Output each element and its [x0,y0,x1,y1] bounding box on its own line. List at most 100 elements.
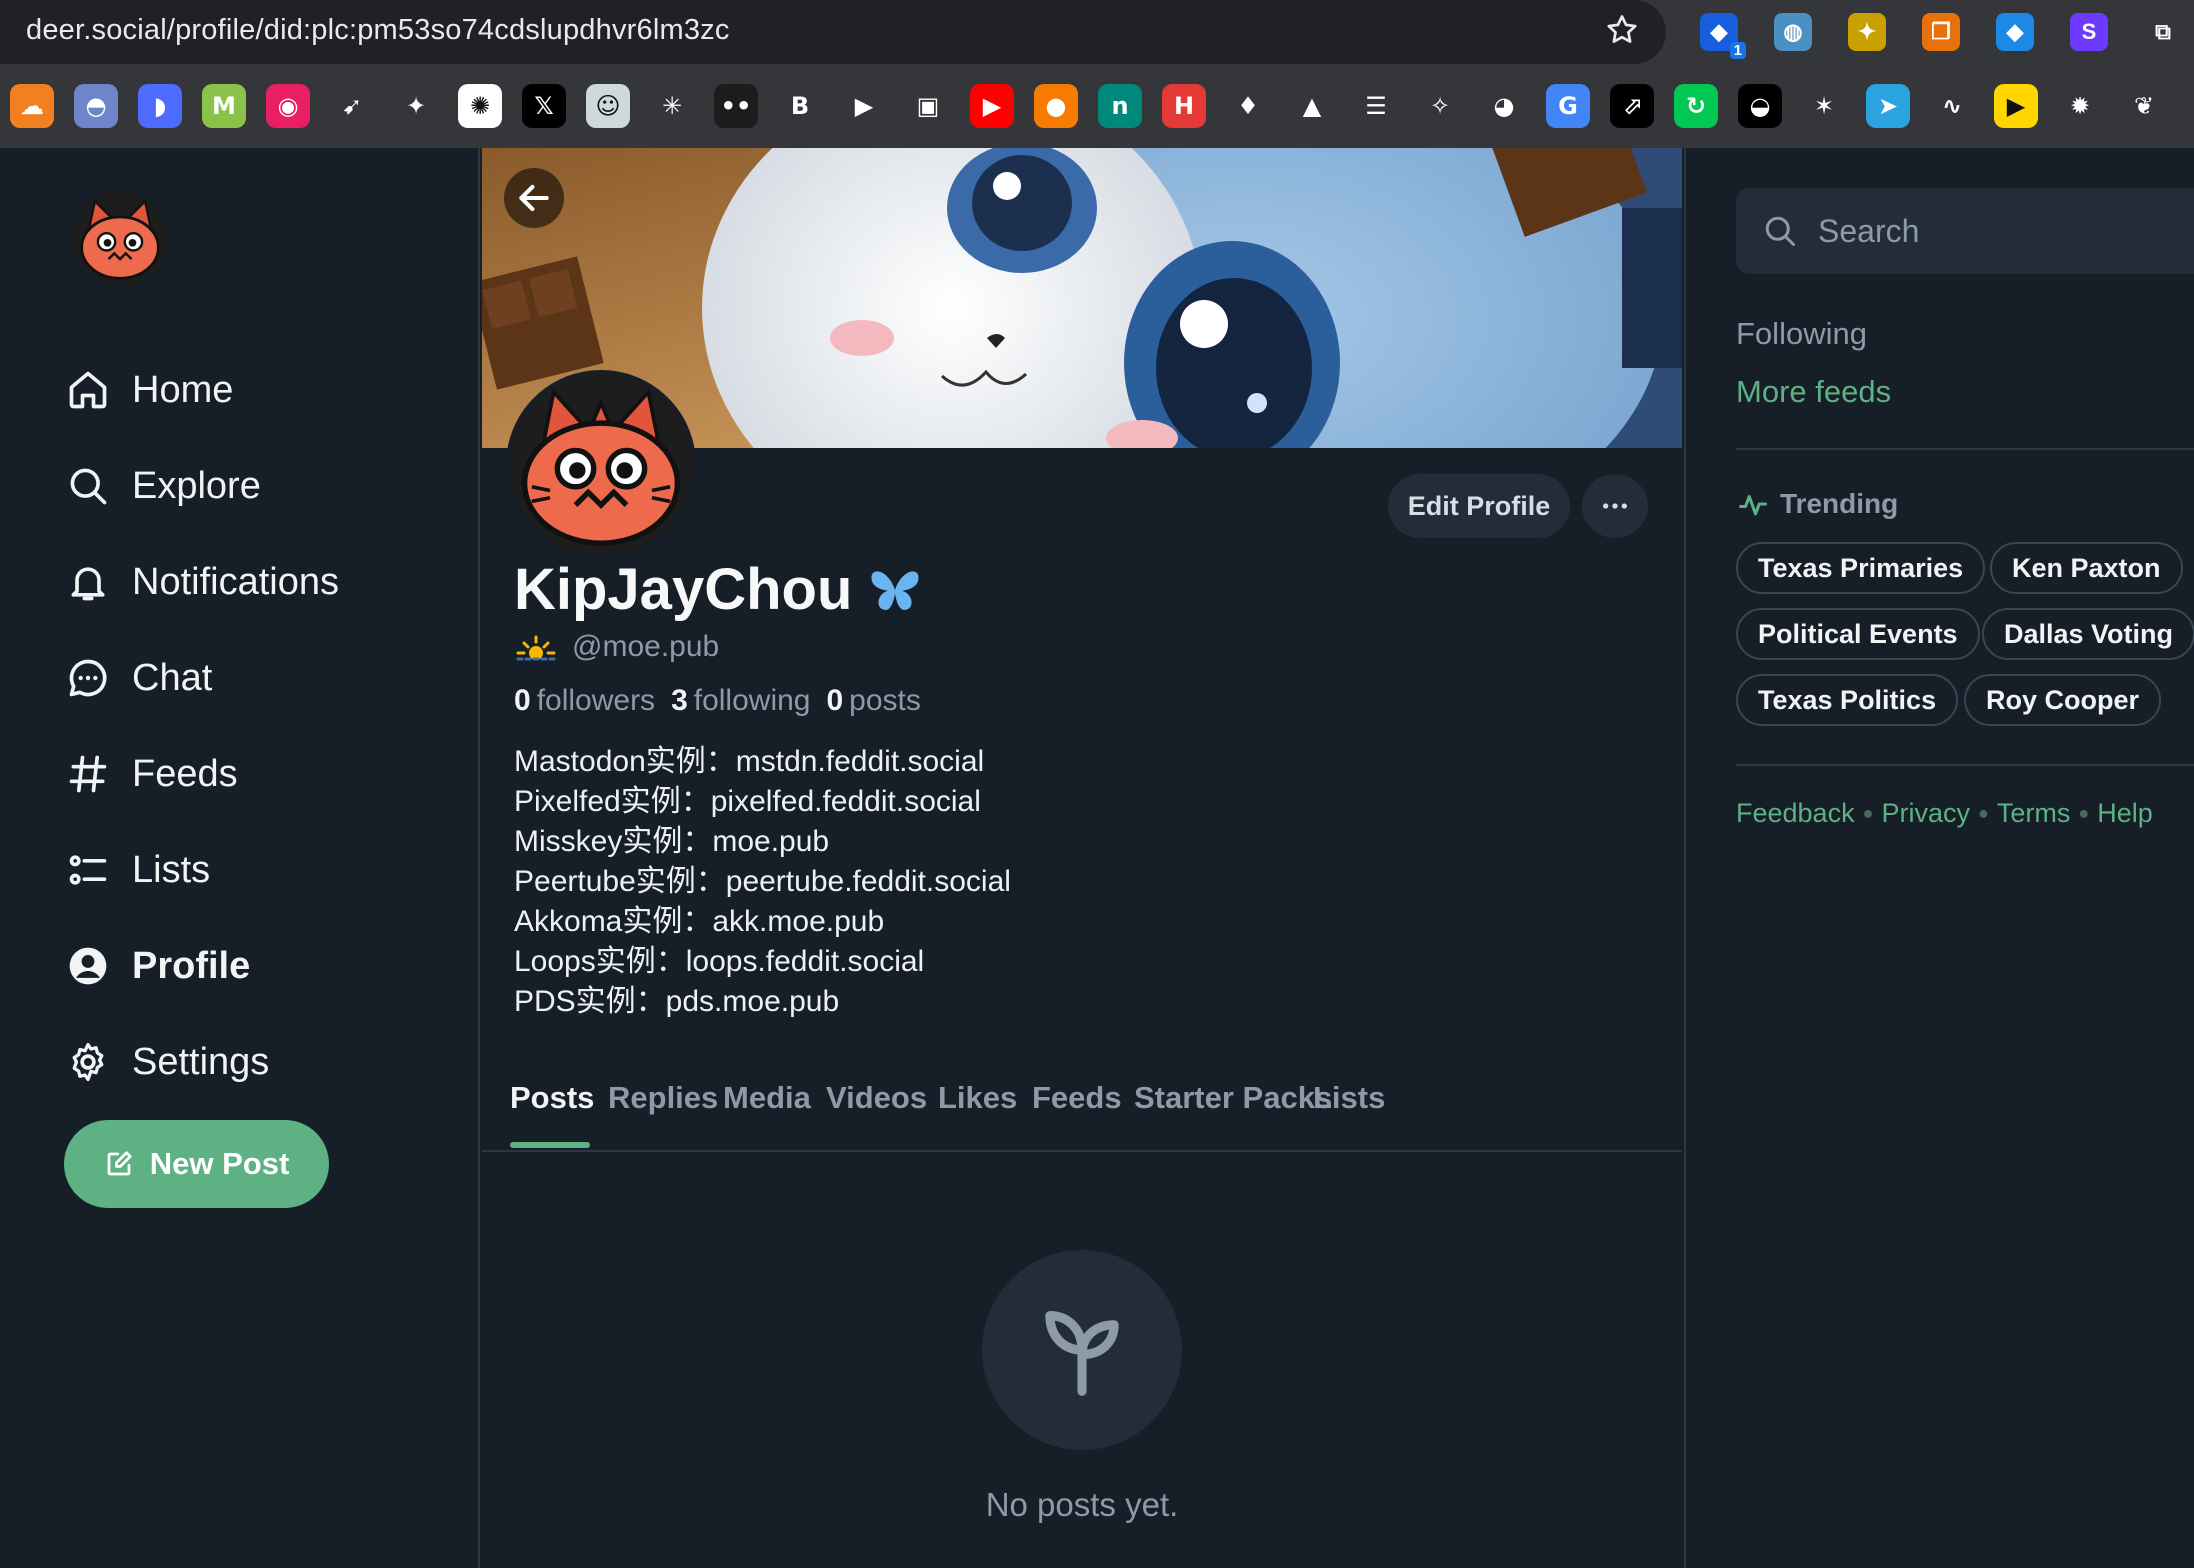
trending-chip[interactable]: Roy Cooper [1964,674,2162,726]
wave-icon[interactable]: ∿ [1930,84,1974,128]
bird-icon[interactable]: ◒ [1738,84,1782,128]
b-icon[interactable]: B [778,84,822,128]
bitwarden-icon[interactable]: ◆ 1 [1700,13,1746,59]
separator-dot: ● [2078,803,2090,823]
avatar-bookmark-icon[interactable]: ☺ [586,84,630,128]
globe-icon[interactable]: ◍ [1774,13,1812,51]
play-orange-icon[interactable]: ▶ [842,84,886,128]
colorwheel-icon[interactable]: ◉ [266,84,310,128]
jay-icon[interactable]: ● [1034,84,1078,128]
s-icon[interactable]: S [2070,13,2108,51]
address-bar[interactable]: deer.social/profile/did:plc:pm53so74cdsl… [0,0,1666,64]
list-icon [69,855,107,885]
nav-explore[interactable]: Explore [66,456,261,516]
tab-feeds[interactable]: Feeds [1032,1080,1122,1116]
nav-notifications[interactable]: Notifications [66,552,339,612]
x-icon[interactable]: 𝕏 [522,84,566,128]
more-feeds-link[interactable]: More feeds [1736,374,1891,410]
n-icon[interactable]: n [1098,84,1142,128]
dots-icon[interactable]: •• [714,84,758,128]
profile-avatar[interactable] [506,370,696,560]
claude-icon[interactable]: ✳ [650,84,694,128]
cloudflare-icon[interactable]: ☁ [10,84,54,128]
play-yellow-icon[interactable]: ▶ [1994,84,2038,128]
bio-line: Peertube实例：peertube.feddit.social [514,865,1011,898]
new-post-label: New Post [149,1146,290,1181]
tab-media[interactable]: Media [723,1080,811,1116]
openai-icon[interactable]: ✺ [458,84,502,128]
github-icon[interactable]: ◕ [1482,84,1526,128]
profile-icon [69,947,107,985]
nav-settings[interactable]: Settings [66,1032,269,1092]
bilibili-icon[interactable]: ▣ [906,84,950,128]
translate-icon[interactable]: G [1546,84,1590,128]
tab-likes[interactable]: Likes [938,1080,1017,1116]
separator-dot: ● [1977,803,1989,823]
display-name: KipJayChou [514,556,922,623]
triangle-icon[interactable]: ▲ [1290,84,1334,128]
nav-profile[interactable]: Profile [66,936,250,996]
search-icon [70,468,107,505]
h-icon[interactable]: H [1162,84,1206,128]
youtube-icon[interactable]: ▶ [970,84,1014,128]
trending-chip[interactable]: Ken Paxton [1990,542,2183,594]
telegram-icon[interactable]: ➤ [1866,84,1910,128]
drop-icon[interactable]: ♦ [1226,84,1270,128]
nav-home[interactable]: Home [66,360,233,420]
puzzle-icon[interactable]: ⧉ [2144,13,2182,51]
search-box[interactable] [1736,188,2194,274]
more-options-button[interactable] [1582,474,1648,538]
tab-videos[interactable]: Videos [826,1080,927,1116]
new-post-button[interactable]: New Post [64,1120,329,1208]
feed-link-following[interactable]: Following [1736,316,1867,352]
edit-profile-button[interactable]: Edit Profile [1388,474,1570,538]
tab-posts[interactable]: Posts [510,1080,594,1116]
gem-icon[interactable]: ◆ [1996,13,2034,51]
list-icon[interactable]: ☰ [1354,84,1398,128]
home-icon [69,371,107,409]
bluesky-sparkle-icon[interactable]: ✧ [1418,84,1462,128]
gemini-icon[interactable]: ✦ [394,84,438,128]
tab-starter-packs[interactable]: Starter Packs [1134,1080,1332,1116]
gear-orange-icon[interactable]: ✹ [2058,84,2102,128]
gear-icon [72,1042,104,1082]
trending-icon [1739,495,1767,516]
external-icon[interactable]: ⬀ [1610,84,1654,128]
nav-chat[interactable]: Chat [66,648,212,708]
tab-lists[interactable]: Lists [1313,1080,1385,1116]
user-avatar[interactable] [72,190,168,286]
search-input[interactable] [1816,211,2194,251]
nav-feeds[interactable]: Feeds [66,744,238,804]
ghost-icon[interactable]: ◓ [74,84,118,128]
bio-line: Mastodon实例：mstdn.feddit.social [514,745,985,778]
following-stat[interactable]: 3 following [671,684,810,718]
refresh-icon[interactable]: ↻ [1674,84,1718,128]
display-name-text: KipJayChou [514,557,853,622]
url-text[interactable]: deer.social/profile/did:plc:pm53so74cdsl… [26,14,730,47]
empty-state-illustration [982,1250,1182,1450]
copy-icon[interactable]: ❐ [1922,13,1960,51]
followers-stat[interactable]: 0 followers [514,684,655,718]
trending-chip[interactable]: Texas Politics [1736,674,1959,726]
mi-icon[interactable]: M [202,84,246,128]
bookmarks-bar: ☁ ◓ ◗ M ◉ ➹ ✦ ✺ 𝕏 ☺ ✳ •• B ▶ ▣ ▶ ● n H ♦ ▲ ☰ ✧ ◕ G ⬀ ↻ ◒ ✶ ➤ ∿ ▶ ✹ ❦ [0,64,2194,149]
trending-chip[interactable]: Texas Primaries [1736,542,1986,594]
deepseek-icon[interactable]: ◗ [138,84,182,128]
tab-replies[interactable]: Replies [608,1080,718,1116]
tampermonkey-icon[interactable]: ✦ [1848,13,1886,51]
trending-chip[interactable]: Political Events [1736,608,1980,660]
leaf-icon[interactable]: ❦ [2122,84,2166,128]
party-icon[interactable]: ✶ [1802,84,1846,128]
arrow-icon[interactable]: ➹ [330,84,374,128]
empty-state-text: No posts yet. [985,1486,1179,1523]
back-button[interactable] [504,168,564,228]
bookmark-star-icon[interactable] [1604,12,1640,48]
right-sidebar: Following More feeds Trending Texas Prim… [1684,148,2194,1568]
privacy-link[interactable]: Privacy [1881,798,1970,828]
feedback-link[interactable]: Feedback [1736,798,1855,828]
trending-chip[interactable]: Dallas Voting [1982,608,2194,660]
nav-lists[interactable]: Lists [66,840,210,900]
help-link[interactable]: Help [2097,798,2153,828]
terms-link[interactable]: Terms [1997,798,2071,828]
profile-handle[interactable]: @moe.pub [572,630,719,664]
